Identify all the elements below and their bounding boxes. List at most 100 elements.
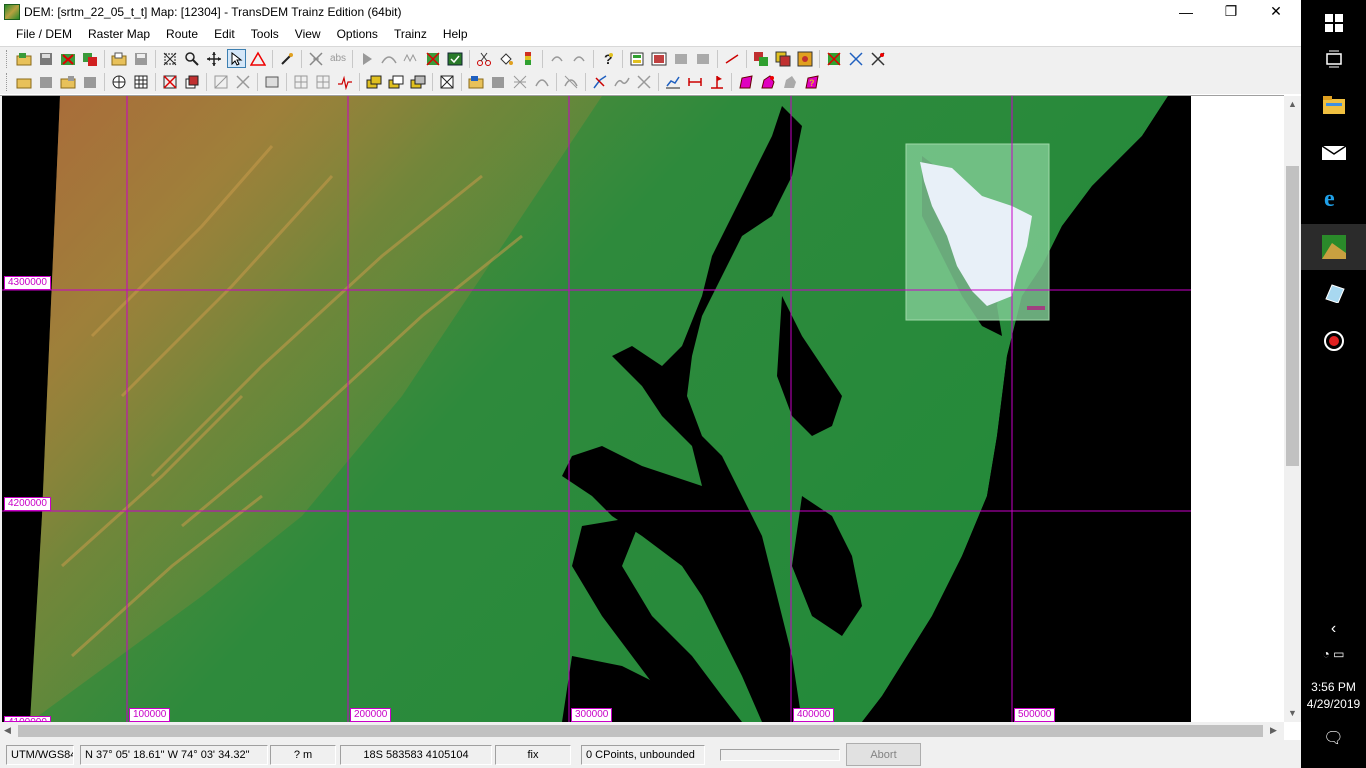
copy-layer-icon[interactable] xyxy=(774,49,793,68)
help-icon[interactable]: ? xyxy=(599,49,618,68)
scroll-down-icon[interactable]: ▼ xyxy=(1288,708,1297,718)
task-view-icon[interactable] xyxy=(1301,36,1366,82)
horizontal-scroll-thumb[interactable] xyxy=(18,725,1263,737)
delete-route-icon[interactable] xyxy=(161,73,180,92)
select-area-icon[interactable] xyxy=(161,49,180,68)
frame-icon[interactable] xyxy=(263,73,282,92)
menu-tools[interactable]: Tools xyxy=(243,27,287,41)
move-icon[interactable] xyxy=(234,73,253,92)
toolbar-grip[interactable] xyxy=(6,73,9,91)
scroll-right-icon[interactable]: ▶ xyxy=(1270,725,1277,736)
save-map-icon[interactable] xyxy=(132,49,151,68)
vertical-scrollbar[interactable]: ▲ ▼ xyxy=(1284,96,1301,722)
close-route-icon[interactable] xyxy=(81,73,100,92)
play-icon[interactable] xyxy=(358,49,377,68)
show-hidden-icons-chevron-icon[interactable]: ‹ xyxy=(1301,620,1366,638)
calibrate-icon[interactable] xyxy=(278,49,297,68)
scroll-left-icon[interactable]: ◀ xyxy=(4,725,11,736)
edit-icon[interactable] xyxy=(672,49,691,68)
shape-magenta2-icon[interactable] xyxy=(759,73,778,92)
profile-icon[interactable] xyxy=(336,73,355,92)
file-explorer-icon[interactable] xyxy=(1301,82,1366,128)
menu-help[interactable]: Help xyxy=(435,27,476,41)
fill-icon[interactable] xyxy=(497,49,516,68)
merge-dem-icon[interactable] xyxy=(81,49,100,68)
notification-icon[interactable]: 🗨 xyxy=(1301,728,1366,748)
restore-button[interactable]: ❐ xyxy=(1208,0,1254,23)
track-measure-icon[interactable] xyxy=(686,73,705,92)
mail-icon[interactable] xyxy=(1301,128,1366,174)
color-scale-icon[interactable] xyxy=(519,49,538,68)
reset-icon[interactable] xyxy=(825,49,844,68)
layers-icon[interactable] xyxy=(365,73,384,92)
close-dem-icon[interactable] xyxy=(59,49,78,68)
transdem-taskbar-icon[interactable] xyxy=(1301,224,1366,270)
track-cut-icon[interactable] xyxy=(635,73,654,92)
eraser-app-icon[interactable] xyxy=(1301,270,1366,316)
clock-date[interactable]: 4/29/2019 xyxy=(1301,697,1366,711)
abort-button[interactable]: Abort xyxy=(846,743,921,766)
layers3-icon[interactable] xyxy=(409,73,428,92)
track-edit-icon[interactable] xyxy=(511,73,530,92)
menu-view[interactable]: View xyxy=(287,27,329,41)
shape-magenta-icon[interactable] xyxy=(737,73,756,92)
globe2-icon[interactable] xyxy=(132,73,151,92)
layer-icon[interactable] xyxy=(628,49,647,68)
menu-trainz[interactable]: Trainz xyxy=(386,27,435,41)
scissors-icon[interactable] xyxy=(475,49,494,68)
grid-small-icon[interactable] xyxy=(292,73,311,92)
track-delete-icon[interactable] xyxy=(562,73,581,92)
minimize-button[interactable]: — xyxy=(1163,0,1209,23)
pointer-icon[interactable] xyxy=(226,49,246,68)
wave-icon[interactable] xyxy=(402,49,421,68)
menu-edit[interactable]: Edit xyxy=(206,27,243,41)
grid-icon[interactable] xyxy=(424,49,443,68)
open-map-icon[interactable] xyxy=(110,49,129,68)
toolbar-grip[interactable] xyxy=(6,49,9,68)
map-layer-icon[interactable] xyxy=(650,49,669,68)
globe-icon[interactable] xyxy=(110,73,129,92)
zoom-icon[interactable] xyxy=(183,49,202,68)
scroll-up-icon[interactable]: ▲ xyxy=(1288,99,1297,109)
shape-gray-icon[interactable] xyxy=(781,73,800,92)
curve-icon[interactable] xyxy=(380,49,399,68)
track-chart-icon[interactable] xyxy=(664,73,683,92)
split-icon[interactable] xyxy=(212,73,231,92)
menu-options[interactable]: Options xyxy=(329,27,386,41)
layers2-icon[interactable] xyxy=(387,73,406,92)
network-battery-icon[interactable]: ◔ ▭ xyxy=(1301,647,1366,661)
open-route-icon[interactable] xyxy=(15,73,34,92)
redo-icon[interactable] xyxy=(570,49,589,68)
internet-explorer-icon[interactable]: e xyxy=(1301,174,1366,220)
trainz-icon[interactable] xyxy=(752,49,771,68)
open-track-icon[interactable] xyxy=(467,73,486,92)
paste-layer-icon[interactable] xyxy=(796,49,815,68)
clock-time[interactable]: 3:56 PM xyxy=(1301,680,1366,694)
track-edit2-icon[interactable] xyxy=(533,73,552,92)
edit2-icon[interactable] xyxy=(694,49,713,68)
menu-raster-map[interactable]: Raster Map xyxy=(80,27,158,41)
horizontal-scrollbar[interactable]: ◀ ▶ xyxy=(0,722,1284,740)
grid2-icon[interactable] xyxy=(314,73,333,92)
menu-file-dem[interactable]: File / DEM xyxy=(8,27,80,41)
copy-route-icon[interactable] xyxy=(183,73,202,92)
cross-icon[interactable] xyxy=(847,49,866,68)
vertical-scroll-thumb[interactable] xyxy=(1286,166,1299,466)
close-button[interactable]: ✕ xyxy=(1253,0,1299,23)
open-dem-icon[interactable] xyxy=(15,49,34,68)
draw-icon[interactable] xyxy=(723,49,742,68)
save-route2-icon[interactable] xyxy=(59,73,78,92)
save-dem-icon[interactable] xyxy=(37,49,56,68)
pan-icon[interactable] xyxy=(205,49,224,68)
export-route-icon[interactable] xyxy=(438,73,457,92)
shape-trainz-icon[interactable]: ? xyxy=(803,73,822,92)
export-icon[interactable] xyxy=(446,49,465,68)
triangle-icon[interactable] xyxy=(249,49,268,68)
save-track-icon[interactable] xyxy=(489,73,508,92)
map-canvas[interactable] xyxy=(2,96,1191,722)
menu-route[interactable]: Route xyxy=(158,27,206,41)
track-smooth-icon[interactable] xyxy=(613,73,632,92)
track-flag-icon[interactable] xyxy=(708,73,727,92)
record-icon[interactable] xyxy=(1301,318,1366,364)
track-color-icon[interactable] xyxy=(591,73,610,92)
